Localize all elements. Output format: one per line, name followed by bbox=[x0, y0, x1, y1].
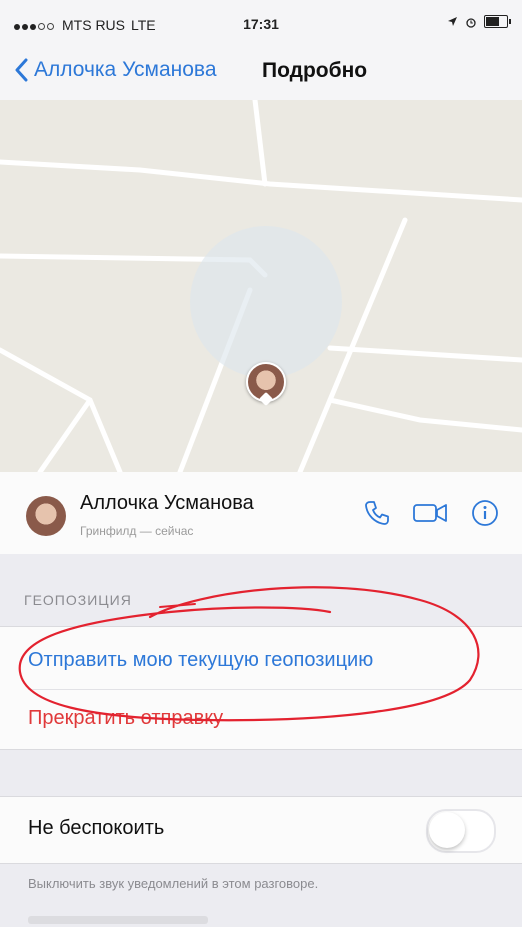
location-section-header: ГЕОПОЗИЦИЯ bbox=[24, 592, 132, 608]
truncated-content bbox=[28, 916, 208, 924]
battery-icon bbox=[484, 15, 511, 28]
back-button-label: Аллочка Усманова bbox=[34, 58, 217, 81]
contact-location-status: Гринфилд — сейчас bbox=[80, 524, 194, 538]
info-icon[interactable] bbox=[470, 498, 500, 528]
clock: 17:31 bbox=[243, 16, 279, 32]
do-not-disturb-note: Выключить звук уведомлений в этом разгов… bbox=[28, 876, 319, 891]
location-arrow-icon bbox=[448, 17, 457, 26]
divider bbox=[28, 689, 522, 690]
location-map[interactable] bbox=[0, 100, 522, 472]
avatar bbox=[26, 496, 66, 536]
contact-map-pin[interactable] bbox=[246, 362, 286, 410]
location-options: Отправить мою текущую геопозицию Прекрат… bbox=[0, 626, 522, 750]
navigation-bar: Аллочка Усманова Подробно bbox=[0, 44, 522, 101]
contact-actions bbox=[362, 498, 500, 528]
phone-icon[interactable] bbox=[362, 498, 392, 528]
page-title: Подробно bbox=[262, 59, 368, 82]
status-bar: MTS RUS LTE 17:31 bbox=[0, 0, 522, 44]
chevron-left-icon bbox=[15, 58, 28, 82]
contact-name: Аллочка Усманова bbox=[80, 492, 254, 514]
do-not-disturb-label: Не беспокоить bbox=[28, 817, 165, 839]
video-icon[interactable] bbox=[412, 498, 450, 528]
contact-row: Аллочка Усманова Гринфилд — сейчас bbox=[0, 472, 522, 554]
send-current-location-button[interactable]: Отправить мою текущую геопозицию bbox=[28, 649, 373, 672]
map-roads bbox=[0, 100, 522, 472]
alarm-icon bbox=[466, 17, 476, 28]
stop-sharing-button[interactable]: Прекратить отправку bbox=[28, 707, 223, 730]
do-not-disturb-toggle[interactable] bbox=[426, 809, 496, 853]
toggle-knob bbox=[429, 812, 465, 848]
do-not-disturb-row: Не беспокоить bbox=[0, 796, 522, 864]
back-button[interactable]: Аллочка Усманова bbox=[14, 58, 217, 82]
status-right bbox=[447, 15, 511, 28]
section-spacer bbox=[0, 554, 522, 626]
